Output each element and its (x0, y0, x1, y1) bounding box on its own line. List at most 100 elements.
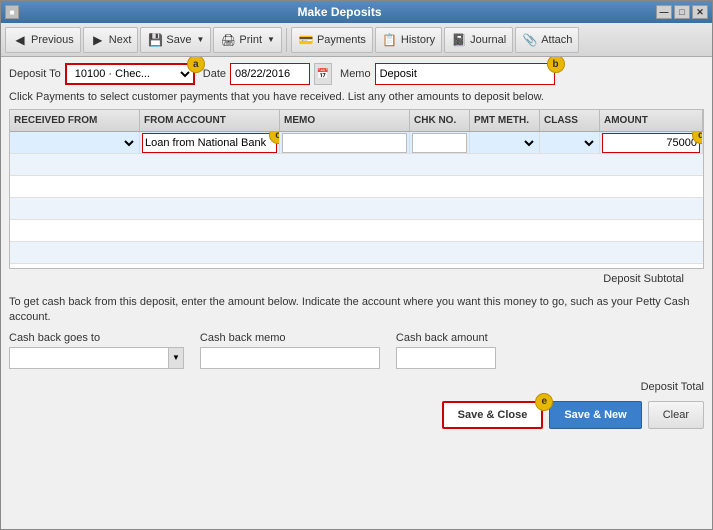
badge-e: e (535, 393, 553, 411)
main-content: Deposit To 10100 · Chec... a Date 📅 Memo… (1, 57, 712, 529)
table-row (10, 198, 703, 220)
table-row (10, 220, 703, 242)
close-button[interactable]: ✕ (692, 5, 708, 19)
next-icon: ▶ (90, 32, 106, 48)
next-button[interactable]: ▶ Next (83, 27, 139, 53)
deposit-to-label: Deposit To (9, 68, 61, 80)
amount-input[interactable] (602, 133, 700, 153)
cell-class[interactable] (540, 132, 600, 153)
cash-goes-to-group: Cash back goes to ▼ (9, 332, 184, 369)
next-label: Next (109, 34, 132, 46)
deposit-subtotal: Deposit Subtotal (9, 273, 704, 285)
col-amount: AMOUNT (600, 110, 703, 131)
previous-label: Previous (31, 34, 74, 46)
window-controls: — □ ✕ (656, 5, 708, 19)
payments-icon: 💳 (298, 32, 314, 48)
cash-section: To get cash back from this deposit, ente… (9, 289, 704, 381)
main-window: ■ Make Deposits — □ ✕ ◀ Previous ▶ Next … (0, 0, 713, 530)
cash-amount-group: Cash back amount (396, 332, 496, 369)
form-fields-row: Deposit To 10100 · Chec... a Date 📅 Memo… (9, 63, 704, 85)
cell-amount[interactable]: d (600, 132, 703, 153)
table-row (10, 154, 703, 176)
memo-label: Memo (340, 68, 371, 80)
deposit-subtotal-label: Deposit Subtotal (603, 273, 684, 285)
table-body: c (10, 132, 703, 268)
cash-goes-to-label: Cash back goes to (9, 332, 184, 344)
toolbar: ◀ Previous ▶ Next 💾 Save ▼ 🖨 Print ▼ 💳 P… (1, 23, 712, 57)
print-arrow-icon: ▼ (267, 35, 275, 44)
attach-icon: 📎 (522, 32, 538, 48)
date-group: Date 📅 (203, 63, 332, 85)
cell-chk-no[interactable] (410, 132, 470, 153)
col-pmt-meth: PMT METH. (470, 110, 540, 131)
print-icon: 🖨 (220, 32, 236, 48)
cash-memo-label: Cash back memo (200, 332, 380, 344)
badge-b: b (547, 57, 565, 73)
save-arrow-icon: ▼ (197, 35, 205, 44)
class-select[interactable] (542, 136, 597, 150)
badge-a: a (187, 57, 205, 73)
col-from-account: FROM ACCOUNT (140, 110, 280, 131)
minimize-button[interactable]: — (656, 5, 672, 19)
save-label: Save (166, 34, 191, 46)
separator-1 (286, 28, 287, 52)
row-memo-input[interactable] (282, 133, 407, 153)
cash-fields: Cash back goes to ▼ Cash back memo Cash … (9, 332, 704, 369)
payments-label: Payments (317, 34, 366, 46)
col-received-from: RECEIVED FROM (10, 110, 140, 131)
app-icon: ■ (5, 5, 19, 19)
cell-from-account[interactable]: c (140, 132, 280, 153)
deposit-total-label: Deposit Total (641, 381, 704, 393)
from-account-input[interactable] (142, 133, 277, 153)
instruction-text: Click Payments to select customer paymen… (9, 91, 704, 103)
cash-memo-group: Cash back memo (200, 332, 380, 369)
cash-goes-to-dropdown[interactable]: ▼ (169, 347, 184, 369)
title-bar: ■ Make Deposits — □ ✕ (1, 1, 712, 23)
history-label: History (401, 34, 435, 46)
journal-icon: 📓 (451, 32, 467, 48)
print-button[interactable]: 🖨 Print ▼ (213, 27, 282, 53)
memo-group: Memo b (340, 63, 555, 85)
history-icon: 📋 (382, 32, 398, 48)
attach-label: Attach (541, 34, 572, 46)
maximize-button[interactable]: □ (674, 5, 690, 19)
calendar-button[interactable]: 📅 (314, 63, 332, 85)
clear-button[interactable]: Clear (648, 401, 704, 429)
cash-memo-input[interactable] (200, 347, 380, 369)
memo-input[interactable] (375, 63, 555, 85)
bottom-buttons: Save & Close e Save & New Clear (9, 397, 704, 433)
cash-amount-label: Cash back amount (396, 332, 496, 344)
date-label: Date (203, 68, 226, 80)
table-header: RECEIVED FROM FROM ACCOUNT MEMO CHK NO. … (10, 110, 703, 132)
cell-pmt-meth[interactable] (470, 132, 540, 153)
journal-label: Journal (470, 34, 506, 46)
window-title: Make Deposits (23, 5, 656, 19)
table-row (10, 264, 703, 268)
cash-amount-input[interactable] (396, 347, 496, 369)
history-button[interactable]: 📋 History (375, 27, 442, 53)
table-row: c (10, 132, 703, 154)
col-memo: MEMO (280, 110, 410, 131)
previous-button[interactable]: ◀ Previous (5, 27, 81, 53)
save-icon: 💾 (147, 32, 163, 48)
deposit-to-select[interactable]: 10100 · Chec... (65, 63, 195, 85)
previous-icon: ◀ (12, 32, 28, 48)
save-button[interactable]: 💾 Save ▼ (140, 27, 211, 53)
journal-button[interactable]: 📓 Journal (444, 27, 513, 53)
cell-memo[interactable] (280, 132, 410, 153)
save-close-button[interactable]: Save & Close (442, 401, 544, 429)
col-chk-no: CHK NO. (410, 110, 470, 131)
cash-goes-to-input[interactable] (9, 347, 169, 369)
pmt-meth-select[interactable] (472, 136, 537, 150)
save-new-button[interactable]: Save & New (549, 401, 641, 429)
attach-button[interactable]: 📎 Attach (515, 27, 579, 53)
payments-button[interactable]: 💳 Payments (291, 27, 373, 53)
col-class: CLASS (540, 110, 600, 131)
table-row (10, 176, 703, 198)
date-input[interactable] (230, 63, 310, 85)
received-from-select[interactable] (12, 136, 137, 150)
chk-no-input[interactable] (412, 133, 467, 153)
deposit-table: RECEIVED FROM FROM ACCOUNT MEMO CHK NO. … (9, 109, 704, 269)
deposit-total-row: Deposit Total (9, 381, 704, 393)
cell-received-from[interactable] (10, 132, 140, 153)
